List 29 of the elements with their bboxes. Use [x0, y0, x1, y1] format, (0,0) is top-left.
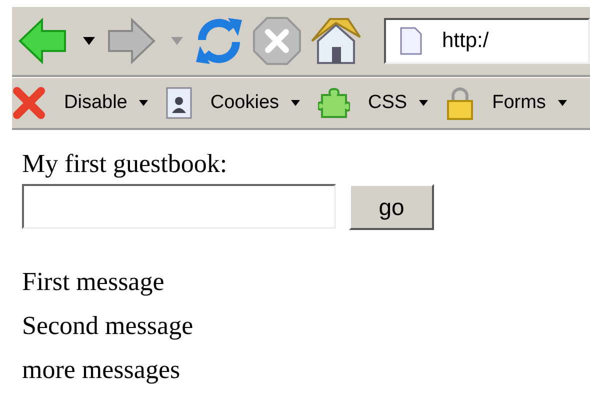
reload-icon — [194, 16, 244, 66]
toolbar-menu-button[interactable]: Forms — [492, 92, 567, 114]
cross-icon — [12, 86, 46, 120]
page-heading: My first guestbook: — [22, 148, 228, 180]
url-text: http:/ — [442, 29, 489, 53]
dropdown-caret-icon — [558, 100, 567, 106]
id-card-icon — [166, 87, 192, 119]
home-icon — [310, 15, 362, 67]
message-input-field[interactable] — [22, 184, 336, 229]
toolbar-menu-button[interactable]: Cookies — [210, 92, 300, 114]
guestbook-message: First message — [22, 266, 164, 298]
address-field[interactable]: http:/ — [384, 18, 590, 64]
dropdown-caret-icon — [291, 100, 300, 106]
dropdown-caret-icon — [139, 100, 148, 106]
back-arrow-icon — [18, 17, 68, 65]
go-button[interactable]: go — [349, 184, 434, 230]
toolbar-menu-button[interactable]: Disable — [64, 92, 148, 114]
stop-icon — [252, 16, 302, 66]
guestbook-message: more messages — [22, 354, 180, 386]
padlock-icon — [446, 86, 474, 120]
back-button[interactable] — [18, 17, 68, 65]
dropdown-caret-icon — [419, 100, 428, 106]
reload-button[interactable] — [194, 16, 244, 66]
puzzle-piece-icon — [318, 87, 350, 119]
home-button[interactable] — [310, 15, 362, 67]
forward-arrow-icon — [106, 17, 156, 65]
toolbar-menu-button[interactable]: CSS — [368, 92, 428, 114]
guestbook-message: Second message — [22, 310, 194, 342]
page-icon — [400, 27, 422, 55]
